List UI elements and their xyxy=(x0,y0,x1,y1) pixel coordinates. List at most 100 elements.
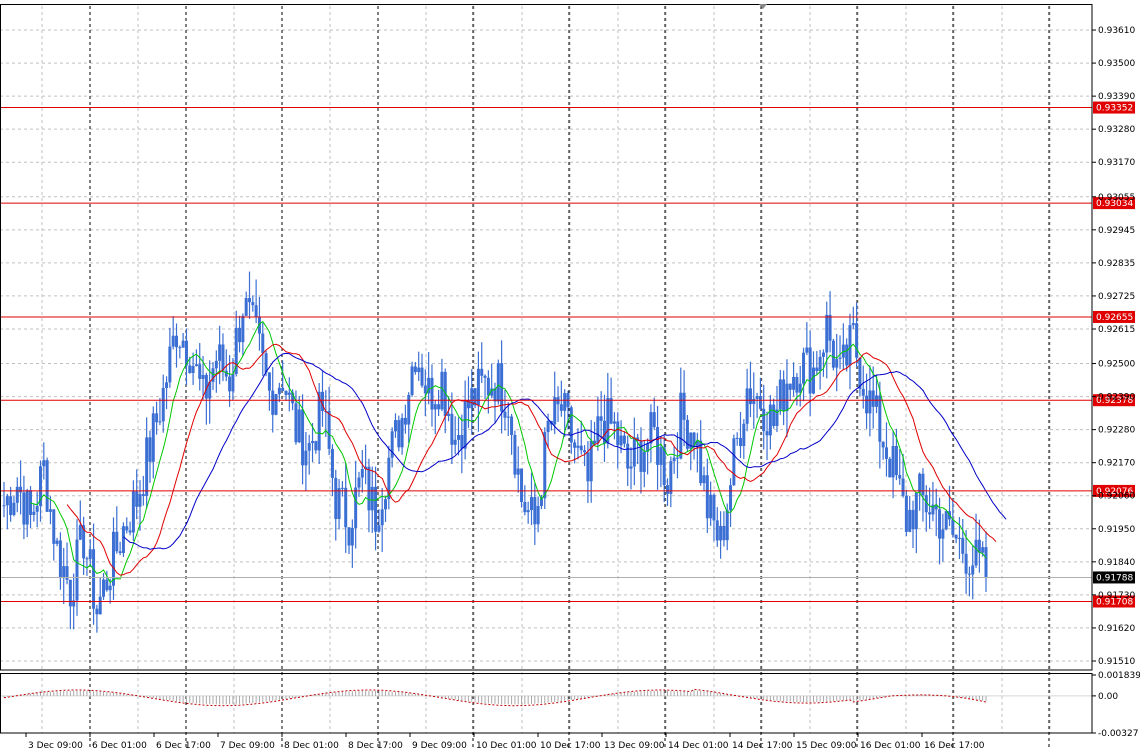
candle-body xyxy=(450,413,454,445)
candle-body xyxy=(904,495,908,532)
price-axis-label: 0.92060 xyxy=(1098,492,1135,502)
price-axis-label: 0.91620 xyxy=(1098,624,1135,634)
candle-body xyxy=(609,398,613,424)
candle-body xyxy=(506,416,510,418)
candle-body xyxy=(218,344,222,361)
level-label: 0.93352 xyxy=(1096,104,1133,114)
price-axis-label: 0.91730 xyxy=(1098,591,1135,601)
time-axis-label: 6 Dec 01:00 xyxy=(92,741,147,751)
candle-body xyxy=(811,367,815,394)
time-axis-label: 8 Dec 01:00 xyxy=(284,741,339,751)
candle-body xyxy=(765,431,769,436)
candle-body xyxy=(92,549,96,609)
candle-body xyxy=(881,441,885,448)
candle-body xyxy=(78,525,82,540)
candle-body xyxy=(848,325,852,366)
candle-body xyxy=(22,492,26,525)
candle-body xyxy=(675,457,679,459)
candle-body xyxy=(248,298,251,303)
candle-body xyxy=(553,397,557,425)
candle-body xyxy=(573,442,577,448)
candle-body xyxy=(463,400,467,449)
candle-body xyxy=(287,392,291,395)
candle-body xyxy=(340,487,344,489)
price-axis-label: 0.91950 xyxy=(1098,525,1135,535)
candle-body xyxy=(304,450,308,466)
candle-body xyxy=(45,460,49,512)
candle-body xyxy=(297,409,301,443)
candle-body xyxy=(908,509,912,532)
candle-body xyxy=(981,547,985,553)
time-axis-label: 15 Dec 09:00 xyxy=(796,741,857,751)
time-axis-label: 14 Dec 17:00 xyxy=(732,741,793,751)
candle-body xyxy=(785,383,789,412)
candle-body xyxy=(891,445,895,478)
oscillator-axis-label: 0.00 xyxy=(1098,692,1118,702)
price-axis-label: 0.92945 xyxy=(1098,226,1135,236)
candle-body xyxy=(393,420,397,432)
candle-body xyxy=(593,440,597,444)
candle-body xyxy=(782,379,786,412)
candle-body xyxy=(417,367,421,373)
price-chart[interactable]: 0.933520.930340.926550.923780.920760.917… xyxy=(0,0,1140,756)
candle-body xyxy=(5,496,9,506)
candle-body xyxy=(241,315,245,343)
candle-body xyxy=(165,382,169,389)
price-axis-label: 0.93390 xyxy=(1098,92,1135,102)
candle-body xyxy=(125,526,129,531)
candle-body xyxy=(344,487,348,528)
candle-body xyxy=(523,502,527,513)
candle-body xyxy=(732,438,736,486)
candle-body xyxy=(118,551,122,554)
candle-body xyxy=(821,352,825,357)
candle-body xyxy=(145,437,149,496)
candle-body xyxy=(520,468,524,503)
candle-body xyxy=(377,525,381,532)
candle-body xyxy=(672,457,676,462)
candle-body xyxy=(350,527,354,546)
candle-body xyxy=(271,390,275,415)
candle-body xyxy=(334,477,338,520)
candle-body xyxy=(135,491,139,507)
candle-body xyxy=(337,488,341,520)
candle-body xyxy=(48,509,52,512)
candle-body xyxy=(29,490,33,515)
price-axis-label: 0.91510 xyxy=(1098,657,1135,667)
candle-body xyxy=(941,529,945,539)
time-axis-label: 10 Dec 17:00 xyxy=(540,741,601,751)
candle-body xyxy=(944,511,948,530)
candle-body xyxy=(430,377,434,410)
candle-body xyxy=(214,360,218,369)
candle-body xyxy=(447,413,451,416)
candle-body xyxy=(181,340,185,348)
candle-body xyxy=(128,530,132,533)
level-label: 0.92655 xyxy=(1096,313,1133,323)
candle-body xyxy=(818,356,822,371)
time-axis-label: 3 Dec 09:00 xyxy=(28,741,83,751)
candle-body xyxy=(838,357,842,359)
candle-body xyxy=(284,390,288,395)
candle-body xyxy=(400,417,404,448)
candle-body xyxy=(921,473,925,496)
candle-body xyxy=(632,437,636,467)
candle-body xyxy=(62,566,66,579)
candle-body xyxy=(277,387,281,395)
candle-body xyxy=(682,392,686,420)
price-axis-label: 0.92615 xyxy=(1098,325,1135,335)
candle-body xyxy=(559,404,563,411)
candle-body xyxy=(516,468,520,475)
candle-body xyxy=(831,340,835,368)
candle-body xyxy=(98,596,102,615)
candle-body xyxy=(58,540,62,579)
candle-body xyxy=(719,525,723,541)
time-axis-label: 8 Dec 17:00 xyxy=(348,741,403,751)
candle-body xyxy=(244,298,248,316)
candle-body xyxy=(85,558,89,560)
candle-body xyxy=(148,437,152,462)
candle-body xyxy=(155,413,159,423)
candle-body xyxy=(228,376,232,392)
candle-body xyxy=(231,374,235,392)
candle-body xyxy=(307,443,311,451)
candle-body xyxy=(855,323,859,358)
candle-body xyxy=(715,520,719,541)
